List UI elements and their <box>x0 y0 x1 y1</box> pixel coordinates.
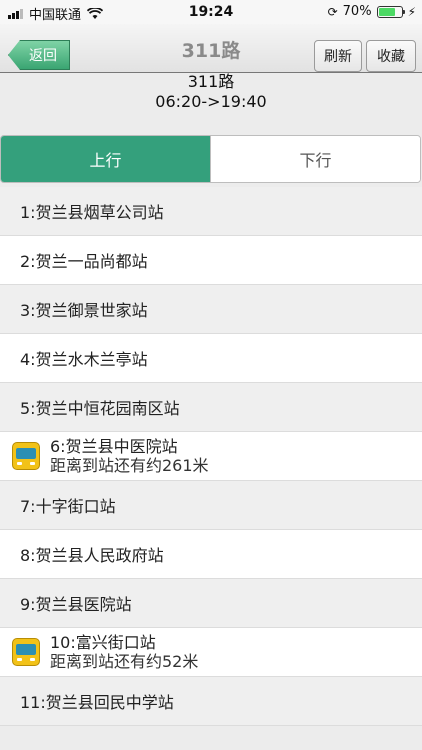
route-hours: 06:20->19:40 <box>155 92 267 111</box>
battery-icon <box>376 5 405 18</box>
status-bar: 中国联通 19:24 ⟳ 70% ⚡ <box>0 0 422 24</box>
tab-down[interactable]: 下行 <box>210 136 420 182</box>
route-info: 311路 06:20->19:40 <box>0 72 422 112</box>
battery-percent: 70% <box>342 4 372 19</box>
stop-row-2[interactable]: 2:贺兰一品尚都站 <box>0 236 422 285</box>
bus-icon <box>12 442 40 470</box>
route-name: 311路 <box>187 72 235 91</box>
bus-distance-text: 距离到站还有约261米 <box>50 456 209 475</box>
direction-tabs: 上行 下行 <box>0 135 421 183</box>
stop-label: 3:贺兰御景世家站 <box>20 301 148 320</box>
stop-label: 6:贺兰县中医院站 <box>50 437 178 456</box>
stop-row-5[interactable]: 5:贺兰中恒花园南区站 <box>0 383 422 432</box>
stop-row-3[interactable]: 3:贺兰御景世家站 <box>0 285 422 334</box>
stop-label: 7:十字街口站 <box>20 497 116 516</box>
stop-label: 4:贺兰水木兰亭站 <box>20 350 148 369</box>
stop-label: 8:贺兰县人民政府站 <box>20 546 164 565</box>
charging-icon: ⚡ <box>407 4 416 19</box>
stop-row-7[interactable]: 7:十字街口站 <box>0 481 422 530</box>
stop-row-10[interactable]: 10:富兴街口站 距离到站还有约52米 <box>0 628 422 677</box>
tab-up[interactable]: 上行 <box>1 136 210 182</box>
stop-row-1[interactable]: 1:贺兰县烟草公司站 <box>0 187 422 236</box>
navigation-bar: 返回 311路 刷新 收藏 <box>0 24 422 73</box>
stop-row-11[interactable]: 11:贺兰县回民中学站 <box>0 677 422 726</box>
stop-list: 1:贺兰县烟草公司站 2:贺兰一品尚都站 3:贺兰御景世家站 4:贺兰水木兰亭站… <box>0 187 422 726</box>
stop-label: 9:贺兰县医院站 <box>20 595 132 614</box>
bus-icon <box>12 638 40 666</box>
bus-arrival-info: 6:贺兰县中医院站 距离到站还有约261米 <box>50 437 209 475</box>
refresh-button[interactable]: 刷新 <box>314 40 362 72</box>
status-right: ⟳ 70% ⚡ <box>328 4 416 19</box>
stop-label: 5:贺兰中恒花园南区站 <box>20 399 180 418</box>
favorite-button[interactable]: 收藏 <box>366 40 416 72</box>
stop-row-9[interactable]: 9:贺兰县医院站 <box>0 579 422 628</box>
stop-row-4[interactable]: 4:贺兰水木兰亭站 <box>0 334 422 383</box>
stop-label: 2:贺兰一品尚都站 <box>20 252 148 271</box>
stop-label: 1:贺兰县烟草公司站 <box>20 203 164 222</box>
stop-row-6[interactable]: 6:贺兰县中医院站 距离到站还有约261米 <box>0 432 422 481</box>
stop-label: 10:富兴街口站 <box>50 633 156 652</box>
bus-arrival-info: 10:富兴街口站 距离到站还有约52米 <box>50 633 198 671</box>
rotation-lock-icon: ⟳ <box>327 4 338 19</box>
stop-label: 11:贺兰县回民中学站 <box>20 693 174 712</box>
bus-distance-text: 距离到站还有约52米 <box>50 652 199 671</box>
stop-row-8[interactable]: 8:贺兰县人民政府站 <box>0 530 422 579</box>
